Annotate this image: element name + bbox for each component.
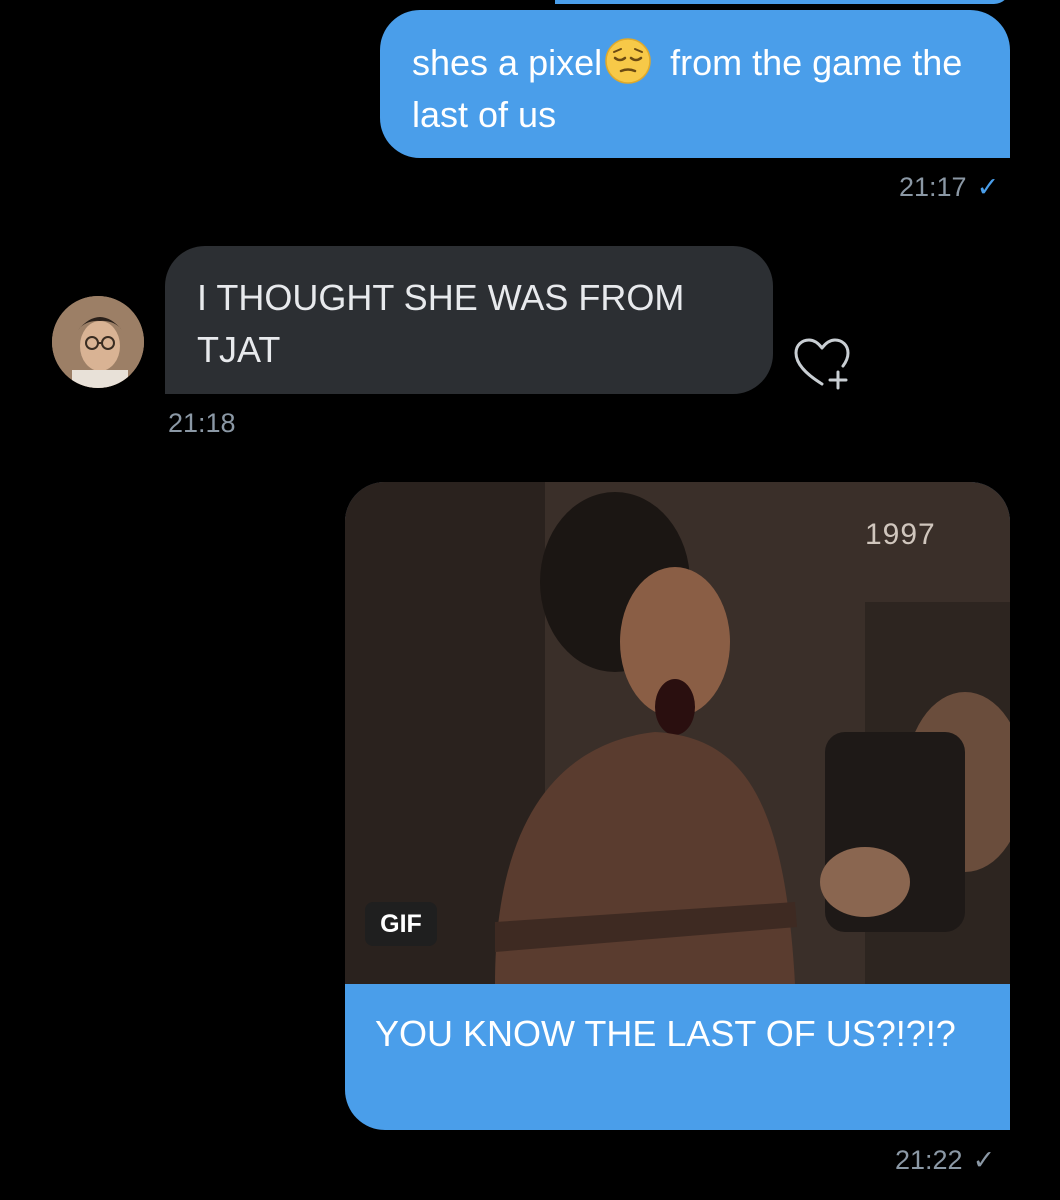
gif-caption: YOU KNOW THE LAST OF US?!?!? xyxy=(345,984,1010,1130)
timestamp-text: 21:22 xyxy=(895,1145,963,1175)
avatar-portrait xyxy=(52,296,144,388)
message-text: shes a pixel xyxy=(412,42,603,83)
sent-message-bubble[interactable]: shes a pixel from the game the last of u… xyxy=(380,10,1010,158)
gif-frame-illustration xyxy=(345,482,1010,984)
message-timestamp: 21:18 xyxy=(168,408,236,439)
pensive-face-emoji-icon xyxy=(605,38,651,84)
message-text: I THOUGHT SHE WAS FROM TJAT xyxy=(197,277,685,370)
timestamp-text: 21:18 xyxy=(168,408,236,438)
message-timestamp: 21:22 ✓ xyxy=(895,1145,995,1176)
avatar[interactable] xyxy=(52,296,144,388)
timestamp-text: 21:17 xyxy=(899,172,967,202)
gif-image[interactable]: 1997 GIF xyxy=(345,482,1010,984)
message-timestamp: 21:17 ✓ xyxy=(899,172,999,203)
heart-plus-icon[interactable] xyxy=(792,336,852,392)
message-text: YOU KNOW THE LAST OF US?!?!? xyxy=(375,1013,956,1054)
received-message-bubble[interactable]: I THOUGHT SHE WAS FROM TJAT xyxy=(165,246,773,394)
previous-message-bubble xyxy=(555,0,1010,4)
sent-check-icon: ✓ xyxy=(972,1145,996,1175)
sent-gif-message[interactable]: 1997 GIF YOU KNOW THE LAST OF US?!?!? xyxy=(345,482,1010,1130)
gif-year-stamp: 1997 xyxy=(865,518,936,551)
gif-badge: GIF xyxy=(365,902,437,946)
read-check-icon: ✓ xyxy=(976,172,1000,202)
